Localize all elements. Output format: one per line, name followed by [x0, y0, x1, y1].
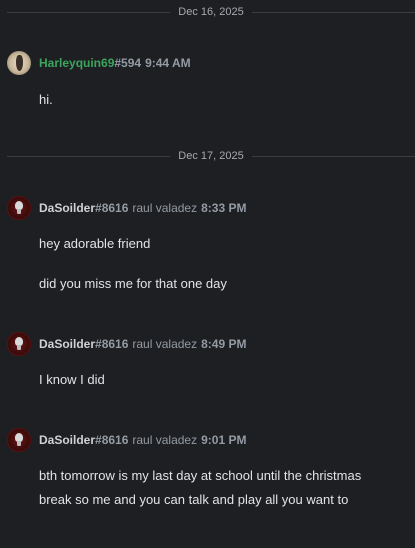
message-header: DaSoilder #8616 raul valadez 9:01 PM [7, 428, 246, 452]
message-text: hi. [39, 92, 53, 107]
timestamp[interactable]: 8:49 PM [201, 337, 246, 351]
date-divider: Dec 17, 2025 [7, 149, 415, 163]
timestamp[interactable]: 9:01 PM [201, 433, 246, 447]
avatar[interactable] [7, 428, 31, 452]
user-tag: #8616 [95, 433, 129, 447]
user-tag: #594 [114, 56, 142, 70]
real-name: raul valadez [132, 337, 198, 351]
username[interactable]: DaSoilder [39, 201, 95, 215]
date-divider-label: Dec 16, 2025 [178, 6, 244, 18]
message-header: DaSoilder #8616 raul valadez 8:33 PM [7, 196, 246, 220]
avatar[interactable] [7, 51, 31, 75]
date-divider-label: Dec 17, 2025 [178, 150, 244, 162]
message-header: Harleyquin69 #594 9:44 AM [7, 51, 191, 75]
divider-line [7, 155, 171, 157]
real-name: raul valadez [132, 433, 198, 447]
message-text: did you miss me for that one day [39, 276, 227, 291]
date-divider: Dec 16, 2025 [7, 5, 415, 19]
divider-line [7, 11, 171, 13]
username[interactable]: DaSoilder [39, 433, 95, 447]
message-text: bth tomorrow is my last day at school un… [39, 468, 362, 507]
real-name: raul valadez [132, 201, 198, 215]
avatar[interactable] [7, 332, 31, 356]
message-header: DaSoilder #8616 raul valadez 8:49 PM [7, 332, 246, 356]
divider-line [251, 11, 415, 13]
user-tag: #8616 [95, 337, 129, 351]
timestamp[interactable]: 9:44 AM [145, 56, 191, 70]
timestamp[interactable]: 8:33 PM [201, 201, 246, 215]
username[interactable]: DaSoilder [39, 337, 95, 351]
message-text: I know I did [39, 372, 105, 387]
username[interactable]: Harleyquin69 [39, 56, 114, 70]
divider-line [251, 155, 415, 157]
message-text: hey adorable friend [39, 236, 151, 251]
avatar[interactable] [7, 196, 31, 220]
user-tag: #8616 [95, 201, 129, 215]
